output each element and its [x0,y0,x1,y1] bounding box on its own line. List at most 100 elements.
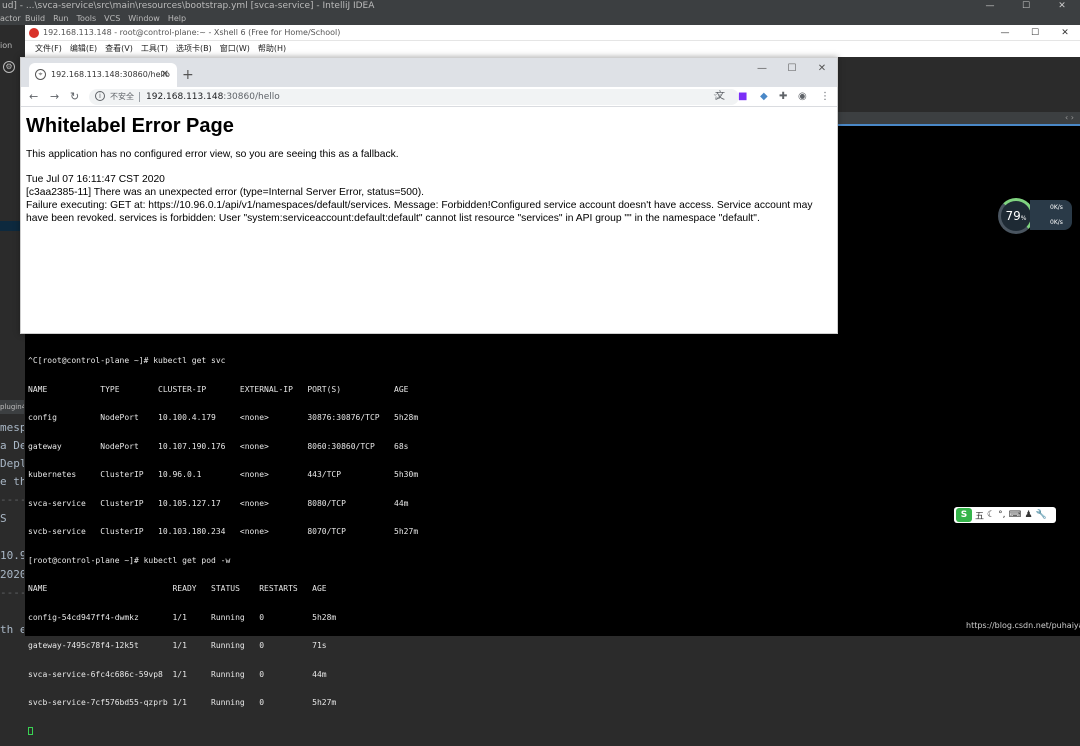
xshell-menu-item[interactable]: 文件(F) [35,41,62,57]
watermark: https://blog.csdn.net/puhaiyang [966,621,1080,630]
wrench-icon[interactable]: 🔧 [1036,510,1047,520]
ide-title-bar: ud] - ...\svca-service\src\main\resource… [0,0,1080,13]
browser-window: ⌖ 192.168.113.148:30860/hello ✕ + — ☐ ✕ … [20,57,838,334]
browser-window-controls: — ☐ ✕ [747,58,837,80]
page-content: Whitelabel Error Page This application h… [26,114,832,225]
xshell-menu-item[interactable]: 选项卡(B) [176,41,212,57]
browser-toolbar: ← → ↻ i 不安全 192.168.113.148:30860/hello … [21,87,837,107]
ide-code-line: 10.9 [0,549,24,562]
reload-icon[interactable]: ↻ [70,87,79,107]
maximize-icon[interactable]: ☐ [1008,0,1044,13]
close-icon[interactable]: ✕ [1044,0,1080,13]
terminal-line: gateway NodePort 10.107.190.176 <none> 8… [28,441,409,451]
ide-code-line: e the [0,475,24,488]
xshell-title-bar: 192.168.113.148 - root@control-plane:~ -… [25,25,1080,41]
moon-icon[interactable]: ☾ [987,510,995,520]
terminal-line: svcb-service-7cf576bd55-qzprb 1/1 Runnin… [28,698,337,707]
address-bar[interactable]: i 不安全 192.168.113.148:30860/hello 文 [89,89,739,105]
ime-mode-label[interactable]: 五 [975,509,984,522]
error-timestamp: Tue Jul 07 16:11:47 CST 2020 [26,174,165,185]
ide-code-line: a De [0,439,24,452]
ime-toolbar[interactable]: S 五 ☾ °, ⌨ ♟ 🔧 [954,507,1056,523]
browser-tab-bar: ⌖ 192.168.113.148:30860/hello ✕ + — ☐ ✕ [21,58,837,87]
terminal-area[interactable] [837,126,1080,334]
keyboard-icon[interactable]: ⌨ [1008,510,1021,520]
ide-menu-item[interactable]: Help [168,13,186,25]
ide-code-line: ---- [0,586,24,599]
globe-icon: ⌖ [35,69,46,80]
ide-title: ud] - ...\svca-service\src\main\resource… [2,1,375,11]
ide-menu-item[interactable]: VCS [104,13,120,25]
terminal-line: config-54cd947ff4-dwmkz 1/1 Running 0 5h… [28,612,337,622]
extension-bird-icon[interactable]: ◆ [760,87,768,107]
terminal-line: svca-service-6fc4c686c-59vp8 1/1 Running… [28,669,327,679]
terminal-line: kubernetes ClusterIP 10.96.0.1 <none> 44… [28,470,419,479]
url-host: 192.168.113.148 [146,92,224,102]
ide-menu-item[interactable]: actor [0,13,21,25]
minimize-icon[interactable]: — [972,0,1008,13]
ide-code-line: S [0,512,7,525]
profile-icon[interactable]: ◉ [798,87,807,107]
punctuation-icon[interactable]: °, [998,510,1005,520]
terminal-line: gateway-7495c78f4-12k5t 1/1 Running 0 71… [28,641,327,650]
url-text: 192.168.113.148:30860/hello [146,89,280,105]
close-icon[interactable]: ✕ [807,58,837,80]
error-detail: Failure executing: GET at: https://10.96… [26,200,813,224]
ide-plugin-tab[interactable]: plugin4 [0,400,24,414]
ide-sidebar-tab[interactable]: ion [0,40,24,52]
ide-code-line: 2020 [0,568,24,581]
xshell-menu-bar: 文件(F) 编辑(E) 查看(V) 工具(T) 选项卡(B) 窗口(W) 帮助(… [25,41,1080,57]
forward-icon[interactable]: → [50,87,59,107]
xshell-tab-strip: ‹ › [837,112,1080,124]
back-icon[interactable]: ← [29,87,38,107]
xshell-title: 192.168.113.148 - root@control-plane:~ -… [43,28,341,37]
gauge-value: 79 [1005,209,1021,223]
info-icon[interactable]: i [95,91,105,101]
ide-menu-item[interactable]: Run [53,13,68,25]
insecure-label: 不安全 [110,92,134,101]
tab-title: 192.168.113.148:30860/hello [51,70,170,79]
xshell-menu-item[interactable]: 帮助(H) [258,41,286,57]
page-intro: This application has no configured error… [26,149,399,160]
scroll-arrows-icon[interactable]: ‹ › [1065,112,1074,124]
tab-close-icon[interactable]: ✕ [161,63,169,87]
ide-window-controls: — ☐ ✕ [972,0,1080,13]
browser-tab[interactable]: ⌖ 192.168.113.148:30860/hello ✕ [29,63,177,87]
star-icon[interactable]: ☆ [713,87,722,107]
terminal-line: svca-service ClusterIP 10.105.127.17 <no… [28,498,409,508]
puzzle-icon[interactable]: ✚ [779,87,787,107]
gauge-unit: % [1020,215,1027,222]
xshell-menu-item[interactable]: 编辑(E) [70,41,97,57]
xshell-menu-item[interactable]: 查看(V) [105,41,133,57]
minimize-icon[interactable]: — [747,58,777,80]
terminal-line: svcb-service ClusterIP 10.103.180.234 <n… [28,527,419,536]
terminal-line: NAME TYPE CLUSTER-IP EXTERNAL-IP PORT(S)… [28,384,409,394]
ide-code-line: Deplo [0,457,24,470]
minimize-icon[interactable]: — [990,25,1020,41]
upload-speed: 0K/s [1050,204,1063,211]
menu-kebab-icon[interactable]: ⋮ [820,87,830,107]
ide-menu-item[interactable]: Window [128,13,160,25]
url-path: :30860/hello [223,92,280,102]
extension-purple-icon[interactable]: ■ [738,87,747,107]
close-icon[interactable]: ✕ [1050,25,1080,41]
terminal-line: NAME READY STATUS RESTARTS AGE [28,584,327,593]
maximize-icon[interactable]: ☐ [1020,25,1050,41]
new-tab-button[interactable]: + [182,65,194,85]
cpu-gauge[interactable]: 79% [998,198,1034,234]
maximize-icon[interactable]: ☐ [777,58,807,80]
ide-menu-item[interactable]: Tools [76,13,96,25]
user-icon[interactable]: ♟ [1024,510,1032,520]
terminal-line: ^C[root@control-plane ~]# kubectl get sv… [28,356,226,365]
sogou-logo-icon: S [956,508,972,522]
ide-menu-item[interactable]: Build [25,13,45,25]
xshell-menu-item[interactable]: 窗口(W) [220,41,250,57]
address-separator [139,92,140,102]
ide-code-line: mespa [0,421,24,434]
network-speed: 0K/s 0K/s [1030,200,1072,230]
xshell-menu-item[interactable]: 工具(T) [141,41,168,57]
error-line: [c3aa2385-11] There was an unexpected er… [26,187,424,198]
ide-menu-bar: actor Build Run Tools VCS Window Help [0,13,1080,25]
gear-icon[interactable]: ⚙ [3,61,15,73]
page-title: Whitelabel Error Page [26,115,234,137]
